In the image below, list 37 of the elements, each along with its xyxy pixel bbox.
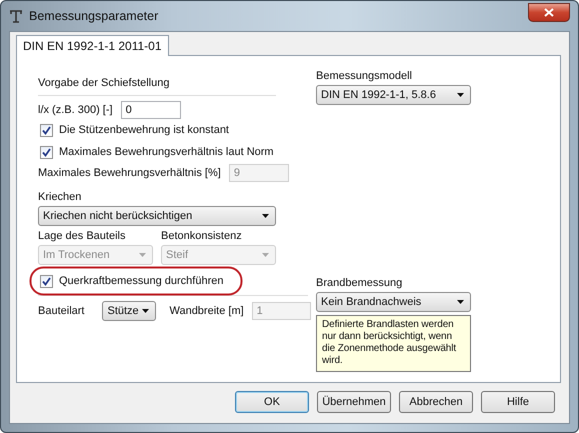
field-label: Kriechen (38, 191, 82, 203)
field-label: Wandbreite [m] (169, 305, 244, 317)
dialog-button[interactable]: Hilfe (481, 391, 555, 413)
field-label: l/x (z.B. 300) [-] (38, 104, 113, 116)
window-title: Bemessungsparameter (29, 9, 158, 23)
dropdown[interactable]: Kein Brandnachweis (316, 292, 471, 312)
checkbox-label: Die Stützenbewehrung ist konstant (59, 124, 229, 136)
section-title: Vorgabe der Schiefstellung (38, 77, 170, 89)
checkbox[interactable] (40, 274, 53, 288)
field-label: Bauteilart (38, 305, 84, 317)
dialog-button[interactable]: Übernehmen (317, 391, 391, 413)
input-field[interactable]: 0 (120, 101, 181, 119)
checkbox[interactable] (40, 124, 53, 136)
checkbox[interactable] (40, 146, 53, 158)
dropdown[interactable]: DIN EN 1992-1-1, 5.8.6 (316, 85, 471, 105)
field-label: Maximales Bewehrungsverhältnis [%] (38, 167, 221, 179)
field-label: Bemessungsmodell (316, 70, 413, 82)
info-note: Definierte Brandlasten werden nur dann berücksichtigt, wenn die Zonenmethode ausgewählt wird. (316, 315, 471, 372)
window-icon (9, 9, 23, 23)
checkbox-label: Maximales Bewehrungsverhältnis laut Norm (59, 146, 274, 158)
caret-icon (262, 253, 269, 257)
tab[interactable]: DIN EN 1992-1-1 2011-01 (16, 35, 169, 56)
caret-icon (457, 300, 464, 304)
dropdown[interactable]: Stütze (102, 301, 156, 321)
caret-icon (262, 214, 269, 218)
dialog-button[interactable]: Abbrechen (399, 391, 473, 413)
caret-icon (457, 93, 464, 97)
close-button[interactable] (528, 2, 570, 22)
caret-icon (142, 309, 150, 313)
caret-icon (139, 253, 146, 257)
close-icon (544, 8, 554, 16)
checkbox-label: Querkraftbemessung durchführen (59, 275, 224, 287)
field-label: Lage des Bauteils (38, 230, 126, 242)
dialog-button[interactable]: OK (235, 391, 309, 413)
field-label: Brandbemessung (316, 277, 404, 289)
field-label: Betonkonsistenz (161, 230, 243, 242)
dropdown[interactable]: Kriechen nicht berücksichtigen (38, 206, 276, 226)
